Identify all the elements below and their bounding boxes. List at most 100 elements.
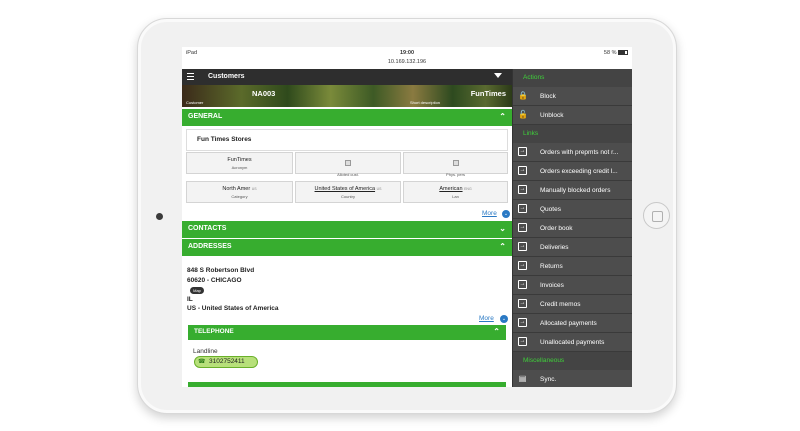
link-label: Orders exceeding credit l... [540, 168, 618, 175]
link-label: Credit memos [540, 301, 581, 308]
lock-icon: 🔒 [518, 91, 528, 100]
address-line-3: IL [187, 296, 193, 303]
dropdown-caret-icon[interactable] [494, 73, 502, 78]
phys-pers-checkbox[interactable] [452, 160, 459, 166]
link-label: Allocated payments [540, 320, 597, 327]
link-orders-prepmts[interactable]: → Orders with prepmts not r... [513, 143, 632, 162]
link-manually-blocked-orders[interactable]: → Manually blocked orders [513, 181, 632, 200]
unblock-label: Unblock [540, 112, 564, 119]
link-allocated-payments[interactable]: → Allocated payments [513, 314, 632, 333]
next-section-bar [188, 382, 506, 387]
address-line-1: 848 S Robertson Blvd [187, 267, 255, 274]
language-label: Lan [452, 194, 459, 199]
link-arrow-icon: → [518, 242, 527, 251]
phone-icon: ☎ [198, 359, 206, 365]
phys-pers-field[interactable]: Phys. pers [403, 152, 508, 177]
map-button[interactable]: Map [190, 287, 204, 294]
battery-text: 58 % [603, 50, 617, 56]
url-address[interactable]: 10.169.132.196 [182, 59, 632, 65]
link-returns[interactable]: → Returns [513, 257, 632, 276]
sync-icon: ▤ [518, 374, 527, 383]
link-credit-memos[interactable]: → Credit memos [513, 295, 632, 314]
link-invoices[interactable]: → Invoices [513, 276, 632, 295]
sync-action[interactable]: ▤ Sync. [513, 370, 632, 387]
status-bar: iPad 19:00 10.169.132.196 58 % [182, 47, 632, 69]
section-telephone[interactable]: TELEPHONE ⌃ [188, 325, 506, 340]
address-line-2: 60620 - CHICAGO [187, 277, 242, 284]
section-telephone-label: TELEPHONE [194, 328, 234, 335]
language-field[interactable]: American ENG Lan [403, 181, 508, 203]
category-field[interactable]: North Amer US Category [186, 181, 293, 203]
language-value[interactable]: American [439, 186, 462, 192]
unblock-action[interactable]: 🔓 Unblock [513, 106, 632, 125]
customer-panel: Customers NA003 FunTimes Customer Short … [182, 69, 512, 387]
language-code: ENG [464, 187, 472, 191]
link-label: Quotes [540, 206, 561, 213]
misc-category: Miscellaneous [513, 352, 632, 370]
customer-id: NA003 [252, 89, 276, 98]
country-label: Country [340, 194, 355, 199]
chevron-down-icon: ⌄ [499, 224, 506, 233]
section-addresses-label: ADDRESSES [188, 243, 232, 250]
link-label: Returns [540, 263, 563, 270]
chevron-up-icon: ⌃ [499, 242, 506, 251]
links-category: Links [513, 125, 632, 143]
screen: iPad 19:00 10.169.132.196 58 % Customers… [182, 47, 632, 387]
link-quotes[interactable]: → Quotes [513, 200, 632, 219]
link-arrow-icon: → [518, 280, 527, 289]
section-general[interactable]: GENERAL ⌃ [182, 109, 512, 126]
company-name: Fun Times Stores [186, 129, 508, 151]
customer-label: Customer [186, 100, 204, 105]
link-arrow-icon: → [518, 337, 527, 346]
link-label: Orders with prepmts not r... [540, 149, 619, 156]
clock: 19:00 [399, 50, 415, 56]
home-button[interactable] [643, 202, 670, 229]
acronym-label: Acronym [231, 165, 248, 170]
link-arrow-icon: → [518, 204, 527, 213]
link-label: Deliveries [540, 244, 569, 251]
address-line-4: US - United States of America [187, 305, 279, 312]
block-action[interactable]: 🔒 Block [513, 87, 632, 106]
link-label: Unallocated payments [540, 339, 605, 346]
battery-indicator: 58 % [604, 50, 628, 56]
link-arrow-icon: → [518, 299, 527, 308]
phone-type-label: Landline [193, 348, 218, 355]
phys-pers-label: Phys. pers [446, 172, 465, 177]
phone-number-pill[interactable]: ☎ 3102752411 [194, 356, 258, 368]
country-field[interactable]: United States of America US Country [295, 181, 401, 203]
link-label: Manually blocked orders [540, 187, 611, 194]
actions-category: Actions [513, 69, 632, 87]
sync-label: Sync. [540, 376, 557, 383]
link-arrow-icon: → [518, 185, 527, 194]
link-arrow-icon: → [518, 318, 527, 327]
category-label: Category [231, 194, 248, 199]
alloted-cust-field[interactable]: Alloted cust. [295, 152, 401, 177]
link-deliveries[interactable]: → Deliveries [513, 238, 632, 257]
link-orders-exceeding-credit[interactable]: → Orders exceeding credit l... [513, 162, 632, 181]
chevron-down-icon[interactable]: ⌄ [502, 210, 510, 218]
customer-short-name: FunTimes [470, 89, 506, 98]
link-unallocated-payments[interactable]: → Unallocated payments [513, 333, 632, 352]
link-label: Invoices [540, 282, 564, 289]
general-more-link[interactable]: More [482, 210, 497, 217]
section-contacts[interactable]: CONTACTS ⌄ [182, 221, 512, 238]
camera-dot [156, 213, 163, 220]
link-order-book[interactable]: → Order book [513, 219, 632, 238]
phone-number: 3102752411 [209, 358, 245, 365]
link-arrow-icon: → [518, 223, 527, 232]
link-arrow-icon: → [518, 147, 527, 156]
chevron-up-icon: ⌃ [499, 112, 506, 121]
addresses-more-link[interactable]: More [479, 315, 494, 322]
acronym-field[interactable]: FunTimes Acronym [186, 152, 293, 174]
chevron-down-icon[interactable]: ⌄ [500, 315, 508, 323]
alloted-cust-checkbox[interactable] [345, 160, 351, 166]
chevron-up-icon: ⌃ [493, 327, 500, 336]
category-value: North Amer [222, 186, 251, 192]
short-description-label: Short description [410, 100, 441, 105]
section-addresses[interactable]: ADDRESSES ⌃ [182, 239, 512, 256]
link-arrow-icon: → [518, 261, 527, 270]
section-general-label: GENERAL [188, 113, 223, 120]
menu-icon[interactable] [187, 73, 194, 81]
country-value[interactable]: United States of America [315, 186, 376, 192]
battery-icon [618, 50, 628, 56]
